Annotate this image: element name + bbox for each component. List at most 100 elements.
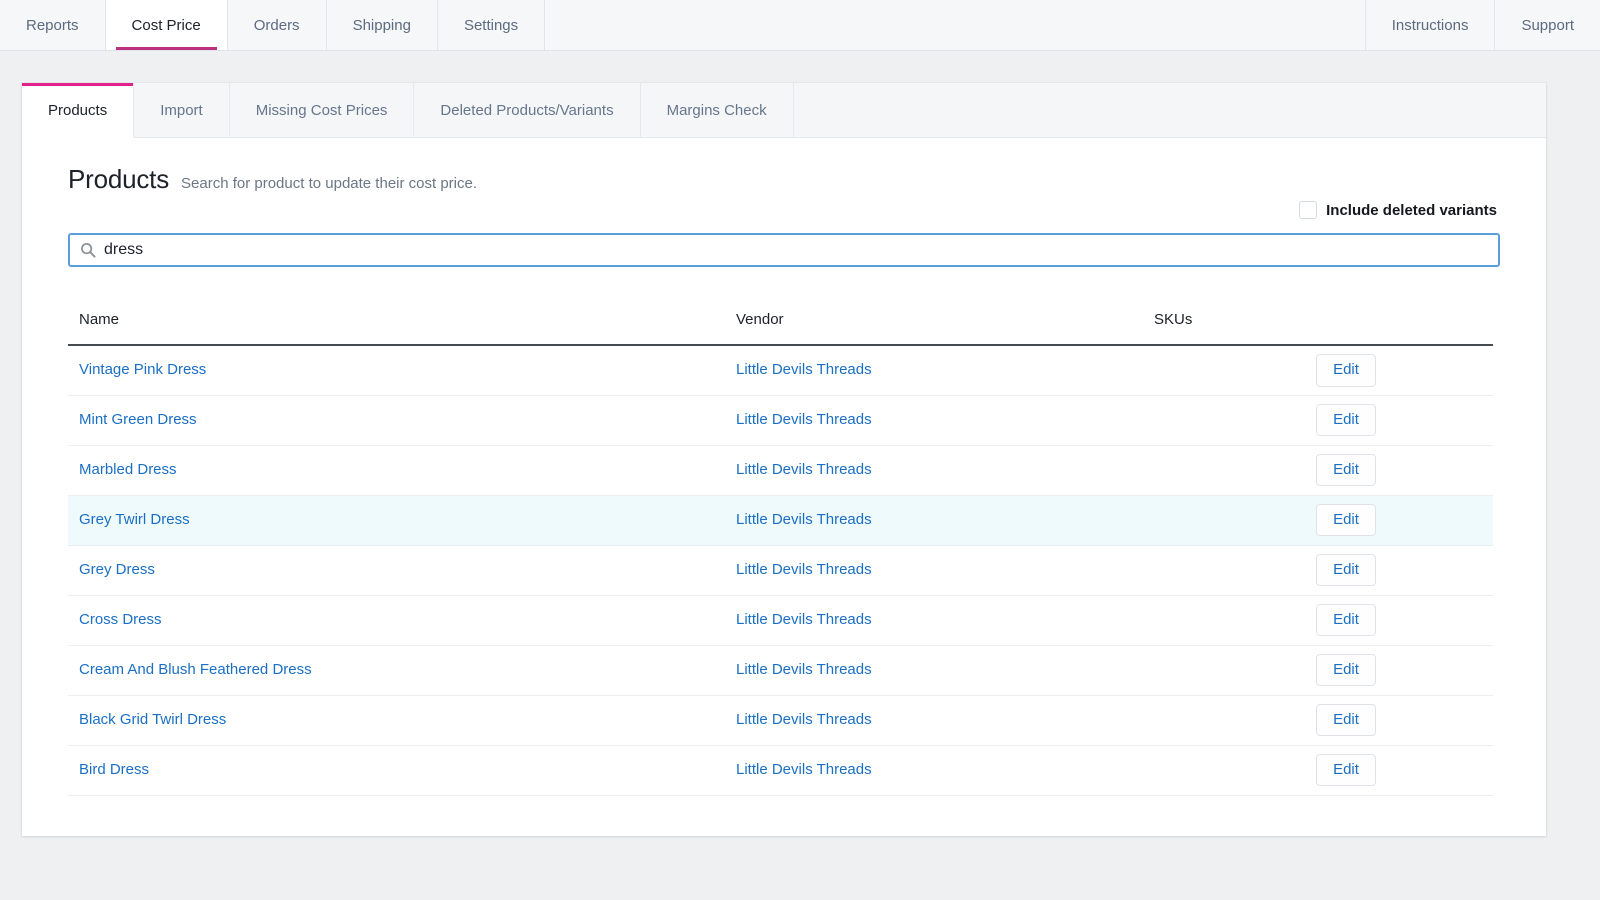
vendor-link[interactable]: Little Devils Threads bbox=[736, 611, 872, 628]
subtab-import[interactable]: Import bbox=[134, 83, 230, 137]
search-icon bbox=[81, 243, 96, 258]
product-search-field[interactable] bbox=[68, 233, 1500, 267]
cell-actions: Edit bbox=[1316, 495, 1493, 546]
cell-actions: Edit bbox=[1316, 595, 1493, 646]
product-name-link[interactable]: Cross Dress bbox=[79, 611, 162, 628]
cell-actions: Edit bbox=[1316, 345, 1493, 396]
vendor-link[interactable]: Little Devils Threads bbox=[736, 511, 872, 528]
subtab-deleted-products-variants[interactable]: Deleted Products/Variants bbox=[414, 83, 641, 137]
edit-button[interactable]: Edit bbox=[1316, 653, 1376, 687]
vendor-link[interactable]: Little Devils Threads bbox=[736, 711, 872, 728]
search-input[interactable] bbox=[104, 241, 1488, 259]
product-name-link[interactable]: Grey Twirl Dress bbox=[79, 511, 190, 528]
column-header-name: Name bbox=[68, 311, 736, 346]
nav-tab-orders[interactable]: Orders bbox=[227, 0, 327, 50]
page-title: Products bbox=[68, 164, 170, 194]
column-header-skus: SKUs bbox=[1154, 311, 1316, 346]
nav-tab-support[interactable]: Support bbox=[1494, 0, 1600, 50]
vendor-link[interactable]: Little Devils Threads bbox=[736, 761, 872, 778]
cell-actions: Edit bbox=[1316, 695, 1493, 746]
edit-button[interactable]: Edit bbox=[1316, 503, 1376, 537]
edit-button[interactable]: Edit bbox=[1316, 354, 1376, 387]
subtab-margins-check[interactable]: Margins Check bbox=[641, 83, 794, 137]
page-subtitle: Search for product to update their cost … bbox=[181, 175, 478, 192]
cell-actions: Edit bbox=[1316, 645, 1493, 696]
edit-button[interactable]: Edit bbox=[1316, 703, 1376, 737]
cell-vendor: Little Devils Threads bbox=[736, 595, 1154, 646]
include-deleted-variants-row: Include deleted variants bbox=[68, 201, 1497, 219]
cell-vendor: Little Devils Threads bbox=[736, 695, 1154, 746]
secondary-tab-bar: Products Import Missing Cost Prices Deleted… bbox=[22, 83, 1546, 138]
include-deleted-variants-checkbox[interactable] bbox=[1299, 201, 1318, 219]
product-name-link[interactable]: Black Grid Twirl Dress bbox=[79, 711, 226, 728]
column-header-actions bbox=[1316, 311, 1493, 346]
vendor-link[interactable]: Little Devils Threads bbox=[736, 461, 872, 478]
cell-skus bbox=[1154, 345, 1316, 396]
cell-product-name: Grey Twirl Dress bbox=[68, 495, 736, 546]
nav-tab-settings[interactable]: Settings bbox=[437, 0, 546, 50]
product-name-link[interactable]: Mint Green Dress bbox=[79, 411, 197, 428]
vendor-link[interactable]: Little Devils Threads bbox=[736, 661, 872, 678]
cell-actions: Edit bbox=[1316, 545, 1493, 596]
table-row[interactable]: Mint Green Dress Little Devils Threads Edi… bbox=[68, 395, 1493, 446]
vendor-link[interactable]: Little Devils Threads bbox=[736, 361, 872, 378]
table-row[interactable]: Cream And Blush Feathered Dress Little De… bbox=[68, 645, 1493, 696]
cell-vendor: Little Devils Threads bbox=[736, 645, 1154, 696]
subtab-products[interactable]: Products bbox=[22, 83, 135, 138]
cell-product-name: Black Grid Twirl Dress bbox=[68, 695, 736, 746]
table-row[interactable]: Cross Dress Little Devils Threads Edit bbox=[68, 595, 1493, 646]
include-deleted-variants-label[interactable]: Include deleted variants bbox=[1326, 202, 1497, 219]
cell-vendor: Little Devils Threads bbox=[736, 345, 1154, 396]
cell-product-name: Cross Dress bbox=[68, 595, 736, 646]
products-table-head: Name Vendor SKUs bbox=[68, 311, 1493, 346]
table-row[interactable]: Bird Dress Little Devils Threads Edit bbox=[68, 745, 1493, 796]
top-nav-right-group: Instructions Support bbox=[1364, 0, 1600, 50]
product-name-link[interactable]: Marbled Dress bbox=[79, 461, 177, 478]
nav-tab-cost-price[interactable]: Cost Price bbox=[105, 0, 228, 50]
cell-product-name: Vintage Pink Dress bbox=[68, 345, 736, 396]
products-table-body: Vintage Pink Dress Little Devils Threads E… bbox=[68, 345, 1493, 796]
cell-vendor: Little Devils Threads bbox=[736, 445, 1154, 496]
edit-button[interactable]: Edit bbox=[1316, 453, 1376, 487]
edit-button[interactable]: Edit bbox=[1316, 403, 1376, 437]
cell-vendor: Little Devils Threads bbox=[736, 395, 1154, 446]
page-body: Products Import Missing Cost Prices Deleted… bbox=[0, 51, 1600, 836]
product-name-link[interactable]: Cream And Blush Feathered Dress bbox=[79, 661, 312, 678]
cell-skus bbox=[1154, 545, 1316, 596]
product-name-link[interactable]: Grey Dress bbox=[79, 561, 155, 578]
vendor-link[interactable]: Little Devils Threads bbox=[736, 561, 872, 578]
cell-actions: Edit bbox=[1316, 395, 1493, 446]
subtab-missing-cost-prices[interactable]: Missing Cost Prices bbox=[230, 83, 415, 137]
edit-button[interactable]: Edit bbox=[1316, 603, 1376, 637]
cell-product-name: Marbled Dress bbox=[68, 445, 736, 496]
product-name-link[interactable]: Bird Dress bbox=[79, 761, 149, 778]
edit-button[interactable]: Edit bbox=[1316, 553, 1376, 587]
nav-tab-instructions[interactable]: Instructions bbox=[1364, 0, 1495, 50]
cell-skus bbox=[1154, 495, 1316, 546]
table-row[interactable]: Black Grid Twirl Dress Little Devils Thre… bbox=[68, 695, 1493, 746]
table-row[interactable]: Grey Twirl Dress Little Devils Threads Edi… bbox=[68, 495, 1493, 546]
cell-skus bbox=[1154, 445, 1316, 496]
vendor-link[interactable]: Little Devils Threads bbox=[736, 411, 872, 428]
cell-product-name: Bird Dress bbox=[68, 745, 736, 796]
cell-skus bbox=[1154, 745, 1316, 796]
products-table: Name Vendor SKUs Vintage Pink Dress Littl… bbox=[68, 311, 1493, 796]
card-content: Products Search for product to update th… bbox=[22, 138, 1546, 836]
table-header-row: Name Vendor SKUs bbox=[68, 311, 1493, 346]
top-nav-left-group: Reports Cost Price Orders Shipping Settings bbox=[0, 0, 546, 50]
edit-button[interactable]: Edit bbox=[1316, 753, 1376, 787]
cell-skus bbox=[1154, 395, 1316, 446]
nav-tab-shipping[interactable]: Shipping bbox=[326, 0, 438, 50]
table-row[interactable]: Grey Dress Little Devils Threads Edit bbox=[68, 545, 1493, 596]
product-name-link[interactable]: Vintage Pink Dress bbox=[79, 361, 206, 378]
cell-skus bbox=[1154, 595, 1316, 646]
nav-tab-reports[interactable]: Reports bbox=[0, 0, 106, 50]
cell-skus bbox=[1154, 645, 1316, 696]
cell-product-name: Grey Dress bbox=[68, 545, 736, 596]
cell-product-name: Cream And Blush Feathered Dress bbox=[68, 645, 736, 696]
cell-product-name: Mint Green Dress bbox=[68, 395, 736, 446]
table-row[interactable]: Marbled Dress Little Devils Threads Edit bbox=[68, 445, 1493, 496]
table-row[interactable]: Vintage Pink Dress Little Devils Threads E… bbox=[68, 345, 1493, 396]
cell-actions: Edit bbox=[1316, 445, 1493, 496]
column-header-vendor: Vendor bbox=[736, 311, 1154, 346]
